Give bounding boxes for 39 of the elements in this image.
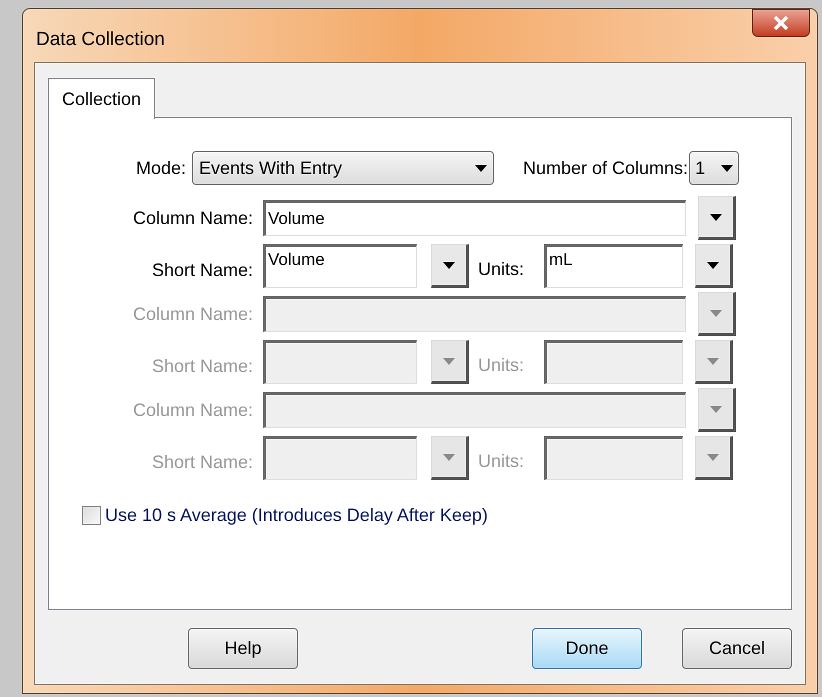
close-icon bbox=[773, 16, 789, 30]
short-name-label: Short Name: bbox=[150, 450, 253, 474]
caret-icon bbox=[721, 164, 734, 172]
caret-icon bbox=[707, 262, 719, 268]
caret-icon bbox=[707, 358, 719, 364]
caret-icon bbox=[710, 310, 722, 316]
dialog-button[interactable]: Help bbox=[188, 628, 298, 669]
short-name-label: Short Name: bbox=[150, 354, 253, 378]
column-name-label: Column Name: bbox=[132, 398, 253, 422]
checkbox[interactable] bbox=[82, 506, 101, 525]
caret-icon bbox=[710, 406, 722, 412]
column-name-field[interactable]: Volume bbox=[263, 200, 686, 236]
window-title: Data Collection bbox=[36, 28, 165, 52]
column-name-label: Column Name: bbox=[132, 302, 253, 326]
units-field[interactable]: mL bbox=[544, 244, 683, 288]
column-name-label: Column Name: bbox=[132, 206, 253, 230]
units-label: Units: bbox=[478, 354, 526, 376]
short-name-field[interactable]: Volume bbox=[263, 244, 417, 288]
units-label: Units: bbox=[478, 450, 526, 472]
columns-label: Number of Columns: bbox=[523, 156, 688, 180]
tab[interactable]: Collection bbox=[48, 78, 156, 119]
short-name-label: Short Name: bbox=[150, 258, 253, 282]
caret-icon bbox=[475, 164, 487, 172]
caret-icon bbox=[443, 454, 455, 460]
dropdown-button[interactable] bbox=[695, 244, 733, 288]
dialog-button[interactable]: Done bbox=[532, 628, 642, 669]
dropdown-button[interactable] bbox=[431, 244, 469, 288]
caret-icon bbox=[710, 214, 722, 220]
checkbox-label: Use 10 s Average (Introduces Delay After Keep) bbox=[105, 504, 488, 527]
caret-icon bbox=[707, 454, 719, 460]
dropdown-button[interactable] bbox=[698, 196, 736, 240]
dialog-button[interactable]: Cancel bbox=[682, 628, 792, 669]
caret-icon bbox=[443, 262, 455, 268]
columns-dropdown[interactable]: 1 bbox=[689, 151, 740, 185]
mode-dropdown[interactable]: Events With Entry bbox=[192, 151, 494, 185]
mode-label: Mode: bbox=[134, 156, 186, 180]
close-button[interactable] bbox=[752, 9, 810, 37]
units-label: Units: bbox=[478, 258, 526, 280]
caret-icon bbox=[443, 358, 455, 364]
